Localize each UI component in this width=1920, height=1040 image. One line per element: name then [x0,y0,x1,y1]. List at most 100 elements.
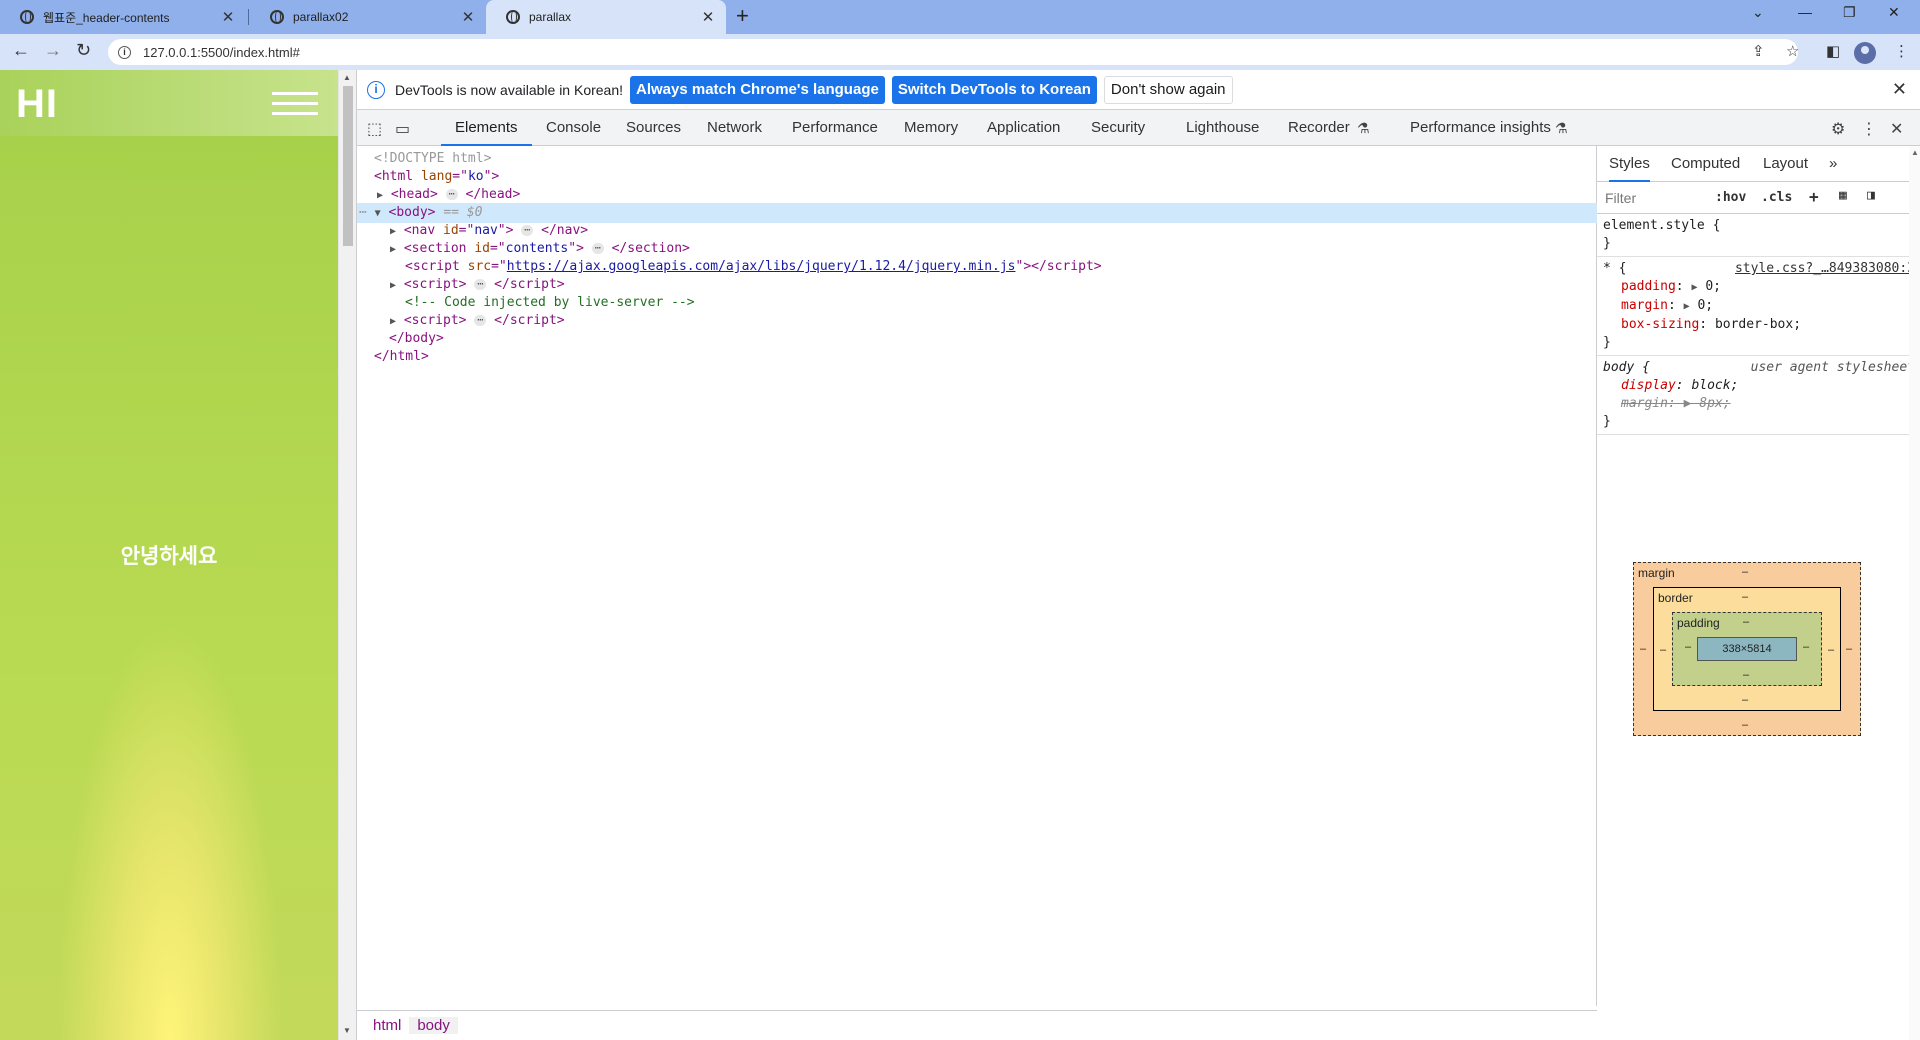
tab-performance[interactable]: Performance [792,110,878,146]
tab-sources[interactable]: Sources [626,110,681,146]
close-devtools-icon[interactable]: ✕ [1890,119,1903,139]
tab-styles[interactable]: Styles [1609,146,1650,182]
tab-layout[interactable]: Layout [1763,146,1808,182]
cls-toggle[interactable]: .cls [1761,190,1792,205]
border-bottom-value[interactable]: – [1742,694,1748,706]
scrollbar-thumb[interactable] [343,86,353,246]
css-prop-name[interactable]: box-sizing [1603,317,1699,332]
close-tab-icon[interactable]: ✕ [460,8,476,26]
more-tabs-icon[interactable]: » [1829,146,1837,182]
css-prop-name-overridden[interactable]: margin [1603,396,1668,411]
reload-icon[interactable]: ↻ [76,40,91,61]
restore-icon[interactable]: ❐ [1843,4,1856,21]
close-tab-icon[interactable]: ✕ [220,8,236,26]
dom-script[interactable]: ▶ <script> ⋯ </script> [357,275,1597,295]
page-scrollbar[interactable]: ▲ ▼ [338,70,356,1040]
dom-nav[interactable]: ▶ <nav id="nav"> ⋯ </nav> [357,221,1597,241]
tab-security[interactable]: Security [1091,110,1145,146]
menu-kebab-icon[interactable]: ⋮ [1894,42,1909,60]
padding-bottom-value[interactable]: – [1743,669,1749,681]
browser-tab[interactable]: 웹표준_header-contents ✕ [0,0,246,34]
hamburger-menu-icon[interactable] [272,92,318,116]
bookmark-star-icon[interactable]: ☆ [1786,42,1799,60]
new-tab-icon[interactable]: + [736,3,749,29]
close-infobar-icon[interactable]: ✕ [1892,79,1907,100]
element-state-icon[interactable]: ▦ [1839,188,1847,203]
dom-body-selected[interactable]: ⋯ ▼ <body> == $0 [357,203,1597,223]
tab-elements[interactable]: Elements [441,110,532,146]
css-prop-name[interactable]: padding [1603,279,1676,294]
back-icon[interactable]: ← [12,40,30,61]
tab-application[interactable]: Application [987,110,1060,146]
body-ua-rule[interactable]: body { user agent stylesheet display: bl… [1597,356,1920,435]
site-info-icon[interactable]: i [118,45,131,59]
padding-left-value[interactable]: – [1685,641,1691,653]
minimize-icon[interactable]: — [1798,4,1812,20]
padding-right-value[interactable]: – [1803,641,1809,653]
share-icon[interactable]: ⇪ [1752,42,1765,60]
tab-lighthouse[interactable]: Lighthouse [1186,110,1259,146]
breadcrumb-html[interactable]: html [365,1017,409,1034]
box-model-margin[interactable]: margin – – – – border – – – – padding – … [1633,562,1861,736]
box-model-content-size[interactable]: 338×5814 [1697,637,1797,661]
tab-network[interactable]: Network [707,110,762,146]
dom-comment[interactable]: <!-- Code injected by live-server --> [357,293,1597,313]
margin-right-value[interactable]: – [1846,643,1852,655]
hov-toggle[interactable]: :hov [1715,190,1746,205]
scroll-down-icon[interactable]: ▼ [343,1026,351,1035]
tab-console[interactable]: Console [546,110,601,146]
padding-top-value[interactable]: – [1743,616,1749,628]
script-src-link[interactable]: https://ajax.googleapis.com/ajax/libs/jq… [507,259,1016,274]
dom-script[interactable]: ▶ <script> ⋯ </script> [357,311,1597,331]
dont-show-again-button[interactable]: Don't show again [1103,75,1233,104]
scroll-up-icon[interactable]: ▲ [1911,148,1919,157]
settings-gear-icon[interactable]: ⚙ [1831,119,1845,139]
new-style-rule-icon[interactable]: + [1809,187,1819,206]
browser-tab[interactable]: parallax02 ✕ [250,0,486,34]
devtools-menu-icon[interactable]: ⋮ [1861,119,1877,139]
margin-top-value[interactable]: – [1742,566,1748,578]
address-bar[interactable]: i 127.0.0.1:5500/index.html# [108,39,1798,65]
close-window-icon[interactable]: ✕ [1888,4,1900,21]
css-prop-name[interactable]: margin [1603,298,1668,313]
tab-performance-insights[interactable]: Performance insights [1410,110,1551,146]
inspect-element-icon[interactable]: ⬚ [367,119,382,139]
css-prop-value[interactable]: 0; [1697,298,1713,313]
css-prop-value-overridden[interactable]: 8px; [1699,396,1730,411]
scroll-up-icon[interactable]: ▲ [343,73,351,82]
rule-source-link[interactable]: style.css?_…849383080:3 [1735,260,1915,278]
computed-sidebar-icon[interactable]: ◨ [1867,188,1875,203]
styles-scrollbar[interactable]: ▲ [1909,146,1920,1040]
dom-head[interactable]: ▶ <head> ⋯ </head> [357,185,1597,205]
margin-bottom-value[interactable]: – [1742,719,1748,731]
tab-memory[interactable]: Memory [904,110,958,146]
css-prop-value[interactable]: block; [1691,378,1738,393]
dom-html-open[interactable]: <html lang="ko"> [357,167,1597,187]
css-prop-value[interactable]: 0; [1705,279,1721,294]
css-prop-name[interactable]: display [1603,378,1676,393]
element-style-rule[interactable]: element.style {} [1597,214,1920,257]
tab-recorder[interactable]: Recorder [1288,110,1350,146]
border-left-value[interactable]: – [1660,644,1666,656]
device-toolbar-icon[interactable]: ▭ [395,119,410,139]
margin-left-value[interactable]: – [1640,643,1646,655]
border-right-value[interactable]: – [1828,644,1834,656]
box-model-border[interactable]: border – – – – padding – – – – 338×5814 [1653,587,1841,711]
side-panel-icon[interactable]: ◧ [1826,42,1840,60]
always-match-language-button[interactable]: Always match Chrome's language [630,75,885,104]
dom-body-close[interactable]: </body> [357,329,1597,349]
dom-html-close[interactable]: </html> [357,347,1597,367]
tab-computed[interactable]: Computed [1671,146,1740,182]
browser-tab-active[interactable]: parallax ✕ [486,0,726,34]
forward-icon[interactable]: → [44,40,62,61]
dom-script-jquery[interactable]: <script src="https://ajax.googleapis.com… [357,257,1597,277]
breadcrumb-body[interactable]: body [409,1017,458,1034]
tab-search-icon[interactable]: ⌄ [1752,4,1764,21]
switch-to-korean-button[interactable]: Switch DevTools to Korean [891,75,1097,104]
close-tab-icon[interactable]: ✕ [700,8,716,26]
logo[interactable]: HI [16,82,58,127]
universal-rule[interactable]: * { style.css?_…849383080:3 padding: ▶ 0… [1597,257,1920,356]
css-prop-value[interactable]: border-box; [1715,317,1801,332]
profile-avatar[interactable] [1854,42,1876,64]
box-model-padding[interactable]: padding – – – – 338×5814 [1672,612,1822,686]
